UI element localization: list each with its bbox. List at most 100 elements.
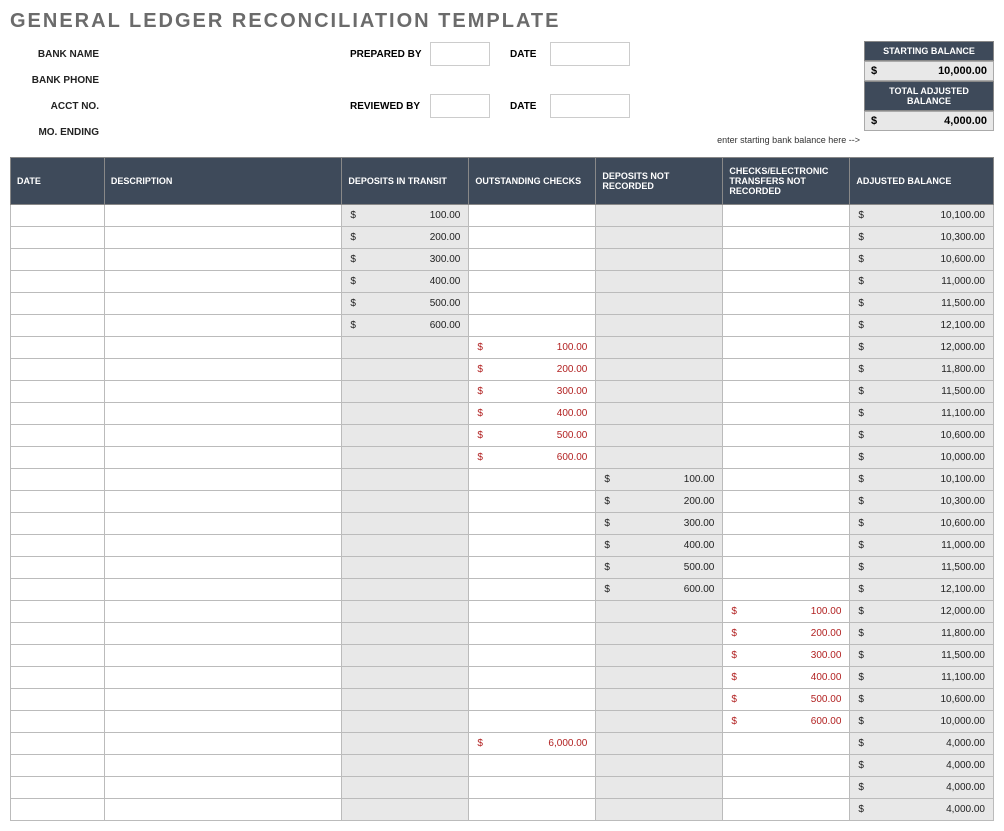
table-cell[interactable]: $4,000.00 — [850, 799, 994, 821]
table-cell[interactable] — [104, 513, 341, 535]
table-cell[interactable]: $11,500.00 — [850, 645, 994, 667]
table-cell[interactable] — [342, 579, 469, 601]
table-cell[interactable] — [342, 557, 469, 579]
table-cell[interactable] — [596, 205, 723, 227]
table-cell[interactable] — [723, 469, 850, 491]
table-cell[interactable] — [104, 271, 341, 293]
table-cell[interactable] — [469, 579, 596, 601]
table-cell[interactable] — [342, 777, 469, 799]
table-cell[interactable]: $400.00 — [723, 667, 850, 689]
table-cell[interactable] — [469, 667, 596, 689]
table-cell[interactable] — [11, 381, 105, 403]
table-cell[interactable]: $500.00 — [469, 425, 596, 447]
table-cell[interactable]: $400.00 — [469, 403, 596, 425]
table-cell[interactable] — [469, 293, 596, 315]
table-cell[interactable]: $11,500.00 — [850, 557, 994, 579]
table-cell[interactable] — [104, 491, 341, 513]
table-cell[interactable]: $6,000.00 — [469, 733, 596, 755]
table-cell[interactable] — [342, 689, 469, 711]
table-cell[interactable] — [723, 513, 850, 535]
table-cell[interactable] — [11, 799, 105, 821]
table-cell[interactable] — [342, 623, 469, 645]
table-cell[interactable]: $12,100.00 — [850, 315, 994, 337]
table-cell[interactable] — [342, 337, 469, 359]
table-cell[interactable] — [723, 403, 850, 425]
table-cell[interactable] — [11, 755, 105, 777]
table-cell[interactable]: $100.00 — [596, 469, 723, 491]
table-cell[interactable] — [342, 513, 469, 535]
prepared-date-input[interactable] — [550, 42, 630, 66]
table-cell[interactable] — [104, 755, 341, 777]
table-cell[interactable] — [11, 645, 105, 667]
table-cell[interactable]: $200.00 — [723, 623, 850, 645]
table-cell[interactable]: $4,000.00 — [850, 777, 994, 799]
table-cell[interactable] — [596, 777, 723, 799]
table-cell[interactable] — [596, 667, 723, 689]
table-cell[interactable]: $11,800.00 — [850, 359, 994, 381]
table-cell[interactable] — [11, 337, 105, 359]
table-cell[interactable] — [723, 381, 850, 403]
table-cell[interactable] — [469, 711, 596, 733]
table-cell[interactable] — [723, 777, 850, 799]
table-cell[interactable] — [469, 315, 596, 337]
table-cell[interactable] — [469, 513, 596, 535]
table-cell[interactable]: $10,600.00 — [850, 425, 994, 447]
table-cell[interactable] — [342, 601, 469, 623]
table-cell[interactable]: $300.00 — [596, 513, 723, 535]
table-cell[interactable] — [723, 293, 850, 315]
table-cell[interactable] — [723, 315, 850, 337]
table-cell[interactable] — [469, 227, 596, 249]
table-cell[interactable] — [11, 667, 105, 689]
table-cell[interactable] — [469, 249, 596, 271]
table-cell[interactable] — [104, 689, 341, 711]
table-cell[interactable]: $10,000.00 — [850, 447, 994, 469]
table-cell[interactable]: $4,000.00 — [850, 733, 994, 755]
table-cell[interactable]: $500.00 — [596, 557, 723, 579]
table-cell[interactable] — [11, 689, 105, 711]
table-cell[interactable] — [104, 337, 341, 359]
table-cell[interactable] — [596, 381, 723, 403]
prepared-by-input[interactable] — [430, 42, 490, 66]
table-cell[interactable] — [596, 271, 723, 293]
table-cell[interactable] — [723, 359, 850, 381]
table-cell[interactable] — [596, 293, 723, 315]
table-cell[interactable] — [11, 535, 105, 557]
table-cell[interactable] — [342, 667, 469, 689]
table-cell[interactable] — [342, 645, 469, 667]
table-cell[interactable] — [723, 425, 850, 447]
starting-balance-value[interactable]: $ 10,000.00 — [864, 61, 994, 81]
table-cell[interactable] — [723, 447, 850, 469]
table-cell[interactable]: $10,100.00 — [850, 205, 994, 227]
table-cell[interactable] — [342, 469, 469, 491]
table-cell[interactable] — [11, 469, 105, 491]
table-cell[interactable] — [11, 447, 105, 469]
table-cell[interactable] — [104, 447, 341, 469]
table-cell[interactable] — [104, 557, 341, 579]
table-cell[interactable] — [11, 271, 105, 293]
table-cell[interactable] — [723, 249, 850, 271]
table-cell[interactable] — [596, 799, 723, 821]
table-cell[interactable] — [342, 733, 469, 755]
table-cell[interactable]: $10,100.00 — [850, 469, 994, 491]
table-cell[interactable] — [104, 381, 341, 403]
table-cell[interactable] — [469, 557, 596, 579]
table-cell[interactable] — [596, 601, 723, 623]
table-cell[interactable]: $400.00 — [342, 271, 469, 293]
table-cell[interactable]: $400.00 — [596, 535, 723, 557]
table-cell[interactable]: $10,300.00 — [850, 227, 994, 249]
table-cell[interactable]: $600.00 — [469, 447, 596, 469]
table-cell[interactable] — [596, 447, 723, 469]
table-cell[interactable] — [11, 601, 105, 623]
table-cell[interactable] — [104, 799, 341, 821]
table-cell[interactable] — [11, 403, 105, 425]
table-cell[interactable] — [596, 645, 723, 667]
table-cell[interactable] — [11, 777, 105, 799]
table-cell[interactable] — [596, 425, 723, 447]
table-cell[interactable]: $11,100.00 — [850, 403, 994, 425]
table-cell[interactable] — [11, 315, 105, 337]
table-cell[interactable] — [104, 315, 341, 337]
table-cell[interactable] — [104, 623, 341, 645]
table-cell[interactable] — [469, 689, 596, 711]
table-cell[interactable] — [723, 271, 850, 293]
table-cell[interactable]: $11,000.00 — [850, 271, 994, 293]
